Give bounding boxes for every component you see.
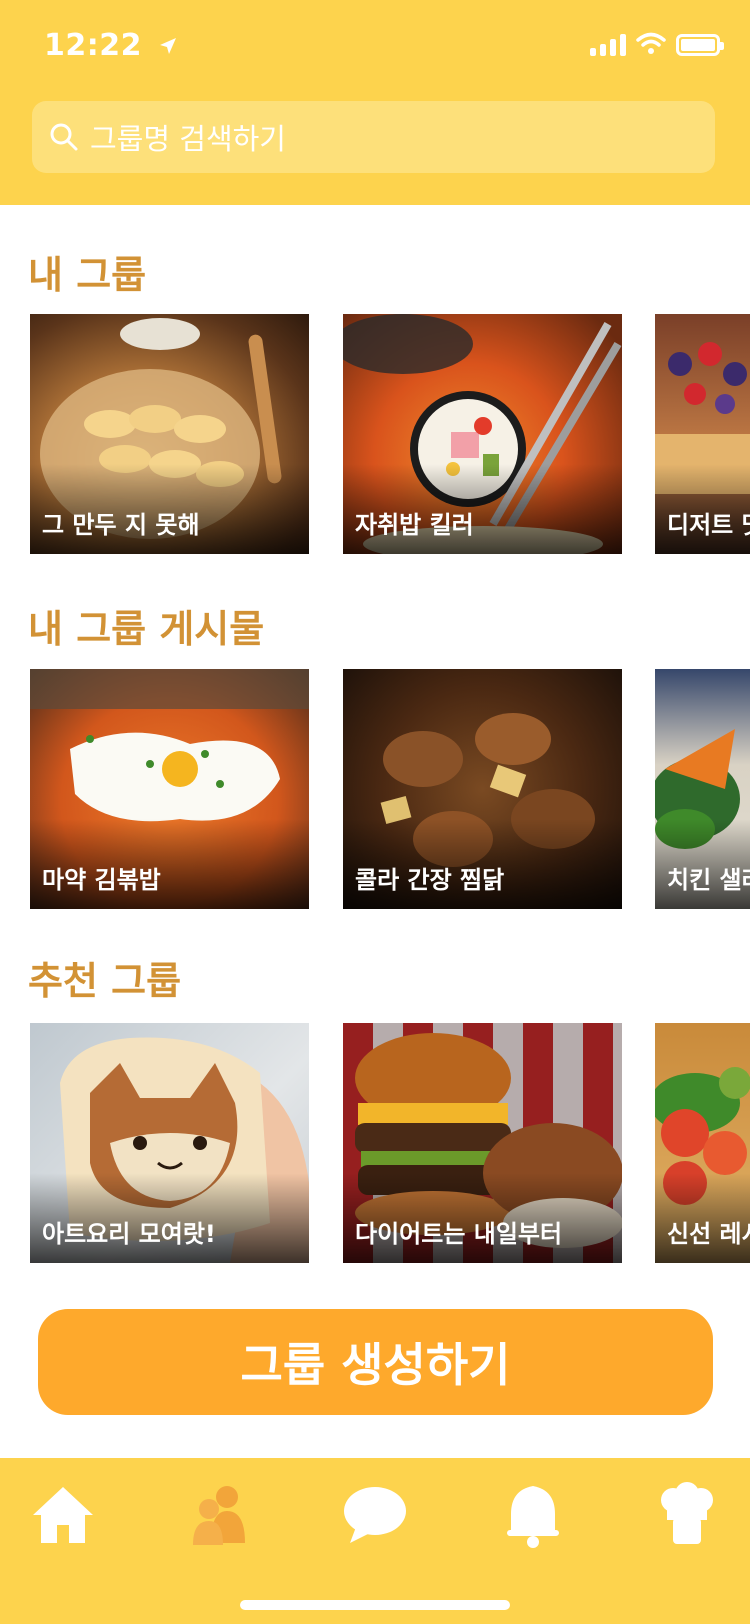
recommended-group-card[interactable]: 아트요리 모여랏!: [30, 1023, 309, 1263]
card-label: 자취밥 킬러: [355, 511, 474, 539]
search-bar[interactable]: 그룹명 검색하기: [32, 101, 715, 173]
tab-home[interactable]: [28, 1480, 98, 1550]
home-indicator[interactable]: [240, 1600, 510, 1610]
card-label: 그 만두 지 못해: [42, 511, 200, 539]
card-label: 아트요리 모여랏!: [42, 1220, 216, 1248]
search-input[interactable]: 그룹명 검색하기: [90, 116, 286, 158]
section-title-recommended-groups: 추천 그룹: [28, 959, 182, 1003]
tab-groups[interactable]: [184, 1480, 254, 1550]
my-group-posts-row[interactable]: 마약 김볶밥 콜라 간장 찜닭 치킨 샐러: [30, 669, 750, 909]
recommended-group-card[interactable]: 다이어트는 내일부터: [343, 1023, 622, 1263]
create-group-label: 그룹 생성하기: [240, 1338, 511, 1392]
bell-icon: [507, 1486, 559, 1548]
tab-notifications[interactable]: [498, 1480, 568, 1550]
group-icon: [193, 1486, 245, 1545]
status-bar-indicators: [590, 32, 724, 58]
cellular-signal-icon: [590, 34, 626, 56]
group-card[interactable]: 그 만두 지 못해: [30, 314, 309, 554]
card-label: 마약 김볶밥: [42, 866, 161, 894]
header: 12:22 그룹명 검색하기: [0, 0, 750, 205]
wifi-icon: [636, 32, 666, 58]
card-label: 신선 레시: [667, 1220, 750, 1248]
status-bar-time: 12:22: [44, 28, 177, 63]
recommended-groups-row[interactable]: 아트요리 모여랏! 다이어트는 내일부터 신선 레시: [30, 1023, 750, 1263]
location-arrow-icon: [159, 28, 177, 63]
chat-icon: [344, 1487, 406, 1543]
my-groups-row[interactable]: 그 만두 지 못해 자취밥 킬러 디저트 맛: [30, 314, 750, 554]
card-label: 콜라 간장 찜닭: [355, 866, 505, 894]
create-group-button[interactable]: 그룹 생성하기: [38, 1309, 713, 1415]
card-label: 치킨 샐러: [667, 866, 750, 894]
post-card[interactable]: 마약 김볶밥: [30, 669, 309, 909]
section-title-my-groups: 내 그룹: [28, 253, 147, 297]
clock-text: 12:22: [44, 28, 142, 63]
tab-profile[interactable]: [652, 1480, 722, 1550]
tab-chat[interactable]: [340, 1480, 410, 1550]
post-card[interactable]: 치킨 샐러: [655, 669, 750, 909]
home-icon: [33, 1487, 93, 1543]
card-label: 디저트 맛: [667, 511, 750, 539]
group-card[interactable]: 자취밥 킬러: [343, 314, 622, 554]
recommended-group-card[interactable]: 신선 레시: [655, 1023, 750, 1263]
post-card[interactable]: 콜라 간장 찜닭: [343, 669, 622, 909]
chef-icon: [661, 1482, 713, 1544]
battery-icon: [676, 34, 724, 56]
card-label: 다이어트는 내일부터: [355, 1220, 563, 1248]
search-icon: [46, 119, 82, 155]
group-card[interactable]: 디저트 맛: [655, 314, 750, 554]
section-title-my-group-posts: 내 그룹 게시물: [28, 607, 265, 651]
